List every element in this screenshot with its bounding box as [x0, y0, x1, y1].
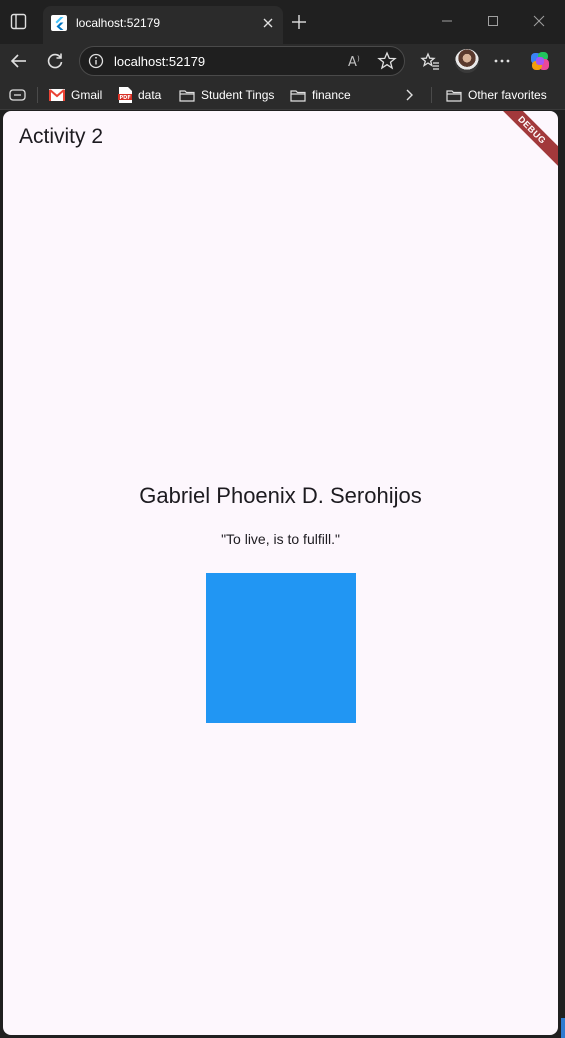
bookmark-label: finance	[312, 88, 351, 102]
bookmark-label: data	[138, 88, 162, 102]
bookmark-tabs-icon[interactable]	[9, 88, 26, 102]
folder-icon	[179, 89, 195, 102]
bookmark-separator	[431, 87, 432, 103]
chevron-right-icon[interactable]	[403, 88, 415, 102]
site-info-icon[interactable]	[88, 53, 104, 69]
maximize-icon[interactable]	[484, 12, 502, 30]
window-edge-accent	[561, 1018, 565, 1038]
address-bar[interactable]: localhost:52179 A )	[79, 46, 405, 76]
back-icon[interactable]	[9, 51, 29, 71]
bookmark-student-tings[interactable]: Student Tings	[179, 86, 274, 104]
close-window-icon[interactable]	[530, 12, 548, 30]
tab-actions-icon[interactable]	[10, 13, 27, 30]
browser-tab[interactable]: localhost:52179	[43, 6, 283, 44]
bookmark-label: Gmail	[71, 88, 103, 102]
svg-text:): )	[357, 55, 360, 63]
refresh-icon[interactable]	[45, 51, 65, 71]
profile-avatar[interactable]	[455, 49, 479, 73]
bookmark-other-favorites[interactable]: Other favorites	[446, 86, 547, 104]
minimize-icon[interactable]	[438, 12, 456, 30]
page-viewport: Activity 2 DEBUG Gabriel Phoenix D. Sero…	[3, 111, 558, 1035]
bookmark-label: Student Tings	[201, 88, 275, 102]
tab-title: localhost:52179	[76, 16, 161, 30]
bookmark-gmail[interactable]: Gmail	[49, 86, 102, 104]
bookmark-data[interactable]: PDF data	[118, 86, 161, 104]
folder-icon	[446, 89, 462, 102]
blue-square	[206, 573, 356, 723]
flutter-favicon-icon	[51, 15, 67, 31]
address-url: localhost:52179	[114, 54, 206, 69]
app-body: Gabriel Phoenix D. Serohijos "To live, i…	[3, 111, 558, 1035]
more-menu-icon[interactable]	[492, 51, 512, 71]
browser-toolbar: localhost:52179 A )	[0, 44, 565, 80]
copilot-icon[interactable]	[529, 50, 551, 72]
favorites-icon[interactable]	[420, 51, 440, 71]
svg-text:PDF: PDF	[120, 95, 131, 101]
bookmarks-bar: Gmail PDF data Student Tings finance Oth…	[0, 80, 565, 110]
svg-text:A: A	[348, 55, 357, 70]
pdf-icon: PDF	[118, 87, 132, 103]
quote-text: "To live, is to fulfill."	[221, 531, 340, 547]
tab-strip: localhost:52179	[0, 0, 565, 44]
read-aloud-icon[interactable]: A )	[346, 51, 366, 71]
bookmark-finance[interactable]: finance	[290, 86, 351, 104]
bookmark-separator	[37, 87, 38, 103]
window-edge	[558, 111, 565, 1038]
browser-window: localhost:52179 localhost:52179 A) Gmai…	[0, 0, 565, 1038]
name-heading: Gabriel Phoenix D. Serohijos	[139, 483, 422, 508]
gmail-icon	[49, 89, 65, 101]
new-tab-icon[interactable]	[291, 14, 307, 30]
close-tab-icon[interactable]	[261, 16, 275, 30]
folder-icon	[290, 89, 306, 102]
favorite-star-icon[interactable]	[377, 51, 397, 71]
bookmark-label: Other favorites	[468, 88, 547, 102]
